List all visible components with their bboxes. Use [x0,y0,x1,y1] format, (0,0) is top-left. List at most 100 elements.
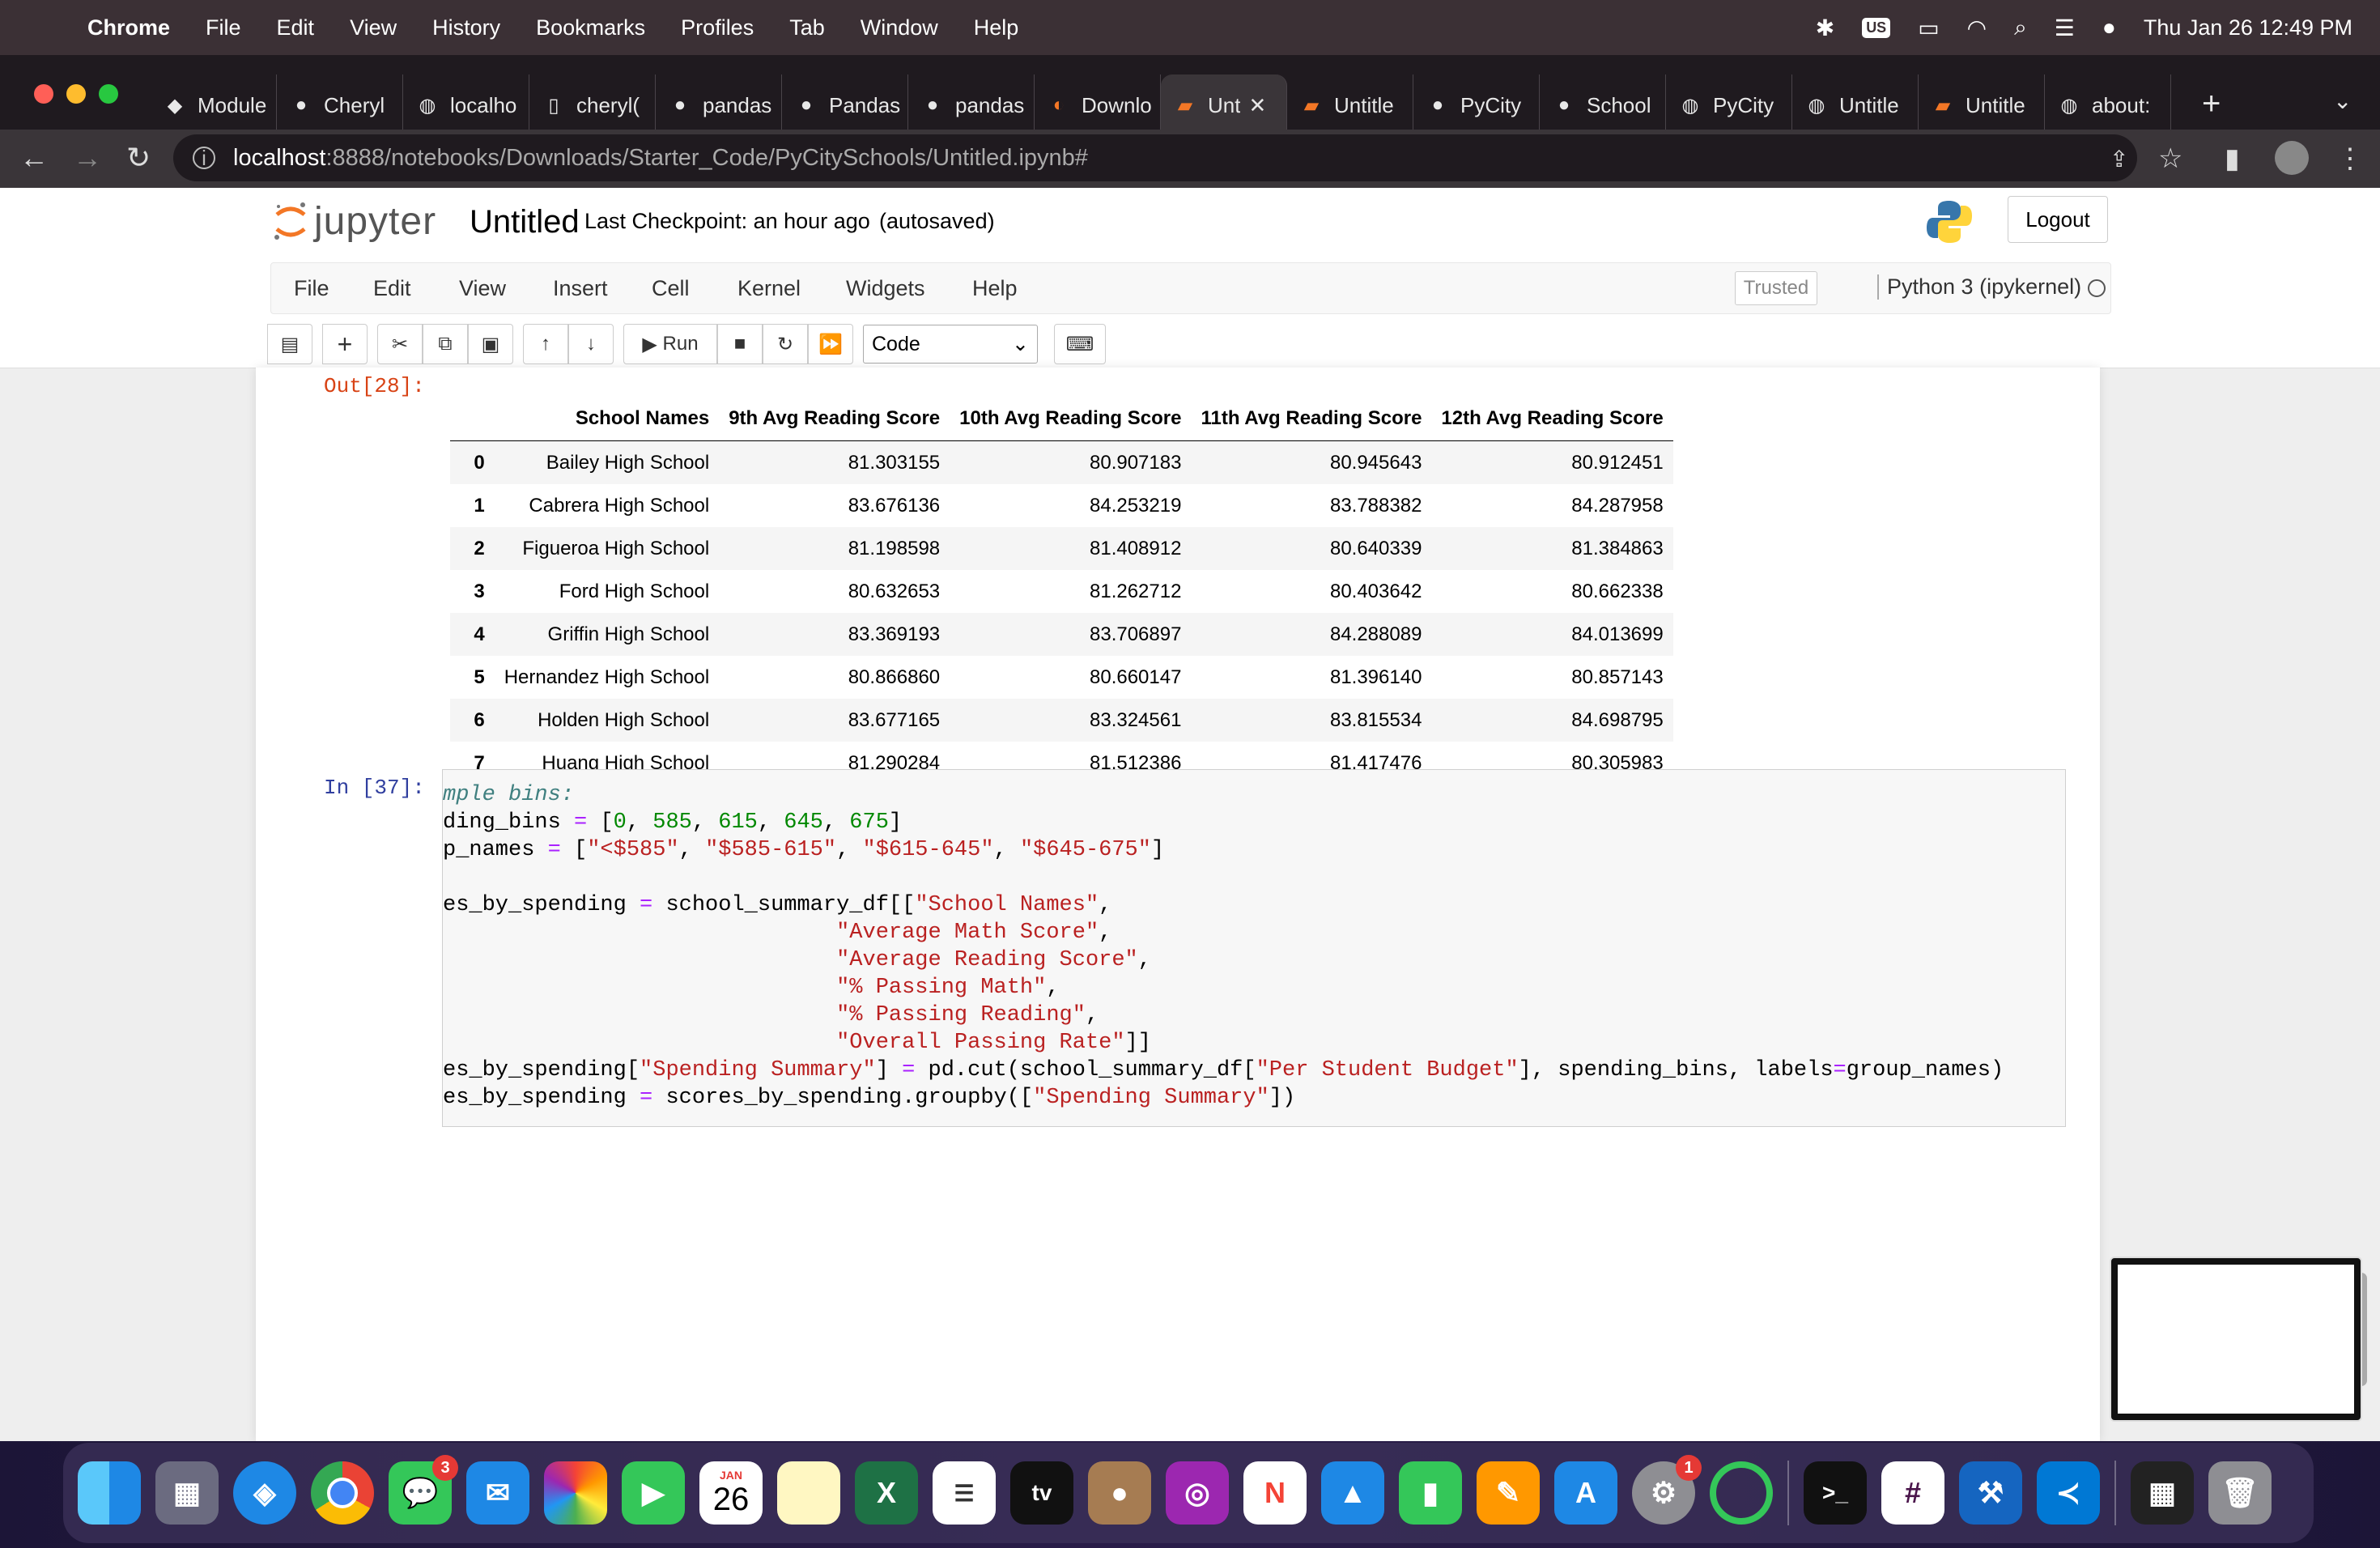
insert-cell-icon[interactable]: + [322,324,368,364]
keynote-icon[interactable]: ▲ [1321,1461,1384,1525]
safari-icon[interactable]: ◈ [233,1461,296,1525]
numbers-icon[interactable]: ▮ [1399,1461,1462,1525]
excel-icon[interactable]: X [855,1461,918,1525]
copy-icon[interactable]: ⧉ [423,324,468,364]
browser-menu-icon[interactable]: ⋮ [2336,142,2364,175]
menu-tab[interactable]: Tab [789,15,825,40]
nbmenu-kernel[interactable]: Kernel [737,276,801,301]
browser-tab[interactable]: ▰ Untitle [1287,74,1413,136]
nbmenu-file[interactable]: File [294,276,329,301]
input-source-badge[interactable]: US [1862,17,1891,38]
photos-icon[interactable] [544,1461,607,1525]
move-up-icon[interactable]: ↑ [523,324,568,364]
browser-tab[interactable]: ● Cheryl [277,74,403,136]
nbmenu-edit[interactable]: Edit [373,276,411,301]
xcode-icon[interactable]: ⚒ [1959,1461,2022,1525]
nbmenu-widgets[interactable]: Widgets [846,276,925,301]
finder-icon[interactable] [78,1461,141,1525]
messages-icon[interactable]: 💬 3 [389,1455,458,1525]
wifi-icon[interactable]: ◠ [1967,15,1987,41]
menu-edit[interactable]: Edit [277,15,315,40]
bluetooth-icon[interactable]: ✱ [1816,15,1834,41]
pages-icon[interactable]: ✎ [1477,1461,1540,1525]
mail-icon[interactable]: ✉ [466,1461,529,1525]
menu-bookmarks[interactable]: Bookmarks [536,15,645,40]
menu-history[interactable]: History [432,15,500,40]
contacts-icon[interactable]: ● [1088,1461,1151,1525]
slack-icon[interactable]: # [1881,1461,1944,1525]
tab-close-icon[interactable]: ✕ [1248,93,1266,118]
browser-tab[interactable]: ◍ about: [2045,74,2171,136]
browser-tab[interactable]: ◍ PyCity [1666,74,1792,136]
save-icon[interactable]: ▤ [267,324,312,364]
menu-help[interactable]: Help [974,15,1019,40]
sidebar-toggle-icon[interactable]: ▮ [2225,142,2240,175]
browser-tab[interactable]: ◐ Downlo [1035,74,1161,136]
cell-type-select[interactable]: Code ⌄ [863,325,1038,364]
nbmenu-view[interactable]: View [459,276,506,301]
menu-profiles[interactable]: Profiles [681,15,754,40]
browser-tab[interactable]: ● PyCity [1413,74,1540,136]
interrupt-stop-icon[interactable]: ■ [717,324,763,364]
window-zoom-button[interactable] [99,84,118,104]
window-minimize-button[interactable] [66,84,86,104]
profile-avatar[interactable] [2275,141,2309,175]
window-close-button[interactable] [34,84,53,104]
control-center-icon[interactable]: ☰ [2055,15,2075,41]
code-cell-editor[interactable]: mple bins: ding_bins = [0, 585, 615, 645… [442,769,2066,1127]
battery-icon[interactable]: ▭ [1918,15,1939,41]
new-tab-button[interactable]: + [2202,86,2221,122]
news-icon[interactable]: N [1243,1461,1307,1525]
downloads-stack-icon[interactable]: ▦ [2131,1461,2194,1525]
browser-tab[interactable]: ◍ Untitle [1792,74,1919,136]
share-icon[interactable]: ⇪ [2110,146,2128,172]
terminal-icon[interactable]: >_ [1804,1461,1867,1525]
reload-icon[interactable]: ↻ [126,141,151,175]
browser-tab[interactable]: ● pandas [908,74,1035,136]
browser-tab[interactable]: ◆ Module [151,74,277,136]
restart-icon[interactable]: ↻ [763,324,808,364]
browser-tab[interactable]: ● Pandas [782,74,908,136]
menubar-clock[interactable]: Thu Jan 26 12:49 PM [2144,15,2352,40]
cut-icon[interactable]: ✂ [377,324,423,364]
site-info-icon[interactable]: i [193,146,215,170]
browser-tab[interactable]: ▰ Unt ✕ [1161,74,1287,136]
launchpad-icon[interactable]: ▦ [155,1461,219,1525]
activity-ring-icon[interactable] [1710,1461,1773,1525]
nbmenu-cell[interactable]: Cell [652,276,690,301]
keyboard-shortcuts-icon[interactable]: ⌨ [1054,324,1106,364]
nbmenu-insert[interactable]: Insert [553,276,608,301]
trash-icon[interactable]: 🗑 [2208,1461,2272,1525]
url-bar[interactable]: i localhost:8888/notebooks/Downloads/Sta… [173,134,2137,181]
vscode-icon[interactable]: ≺ [2037,1461,2100,1525]
forward-arrow-icon[interactable]: → [73,141,102,175]
apple-tv-icon[interactable]: tv [1010,1461,1073,1525]
chrome-icon[interactable] [311,1461,374,1525]
browser-tab[interactable]: ◍ localho [403,74,529,136]
menu-view[interactable]: View [350,15,397,40]
jupyter-logo[interactable]: jupyter [272,199,436,244]
run-button[interactable]: ▶ Run [623,324,717,364]
menu-app-name[interactable]: Chrome [87,15,170,40]
logout-button[interactable]: Logout [2008,196,2108,243]
browser-tab[interactable]: ▰ Untitle [1919,74,2045,136]
kernel-name[interactable]: Python 3 (ipykernel) [1877,274,2081,300]
paste-icon[interactable]: ▣ [468,324,513,364]
nbmenu-help[interactable]: Help [972,276,1018,301]
notebook-title[interactable]: Untitled [470,204,580,240]
tab-search-chevron-icon[interactable]: ⌄ [2333,87,2352,114]
move-down-icon[interactable]: ↓ [568,324,614,364]
system-settings-icon[interactable]: ⚙ 1 [1632,1455,1702,1525]
trusted-indicator[interactable]: Trusted [1735,271,1817,305]
siri-icon[interactable]: ● [2102,15,2116,40]
calendar-icon[interactable]: JAN 26 [699,1461,763,1525]
fast-forward-icon[interactable]: ⏩ [808,324,853,364]
menu-window[interactable]: Window [861,15,938,40]
menu-file[interactable]: File [206,15,241,40]
spotlight-search-icon[interactable]: ⌕ [2014,15,2027,41]
screenshot-thumbnail[interactable] [2110,1257,2362,1422]
browser-tab[interactable]: ● School [1540,74,1666,136]
bookmark-star-icon[interactable]: ☆ [2158,142,2182,175]
facetime-icon[interactable]: ▶ [622,1461,685,1525]
browser-tab[interactable]: ● pandas [656,74,782,136]
